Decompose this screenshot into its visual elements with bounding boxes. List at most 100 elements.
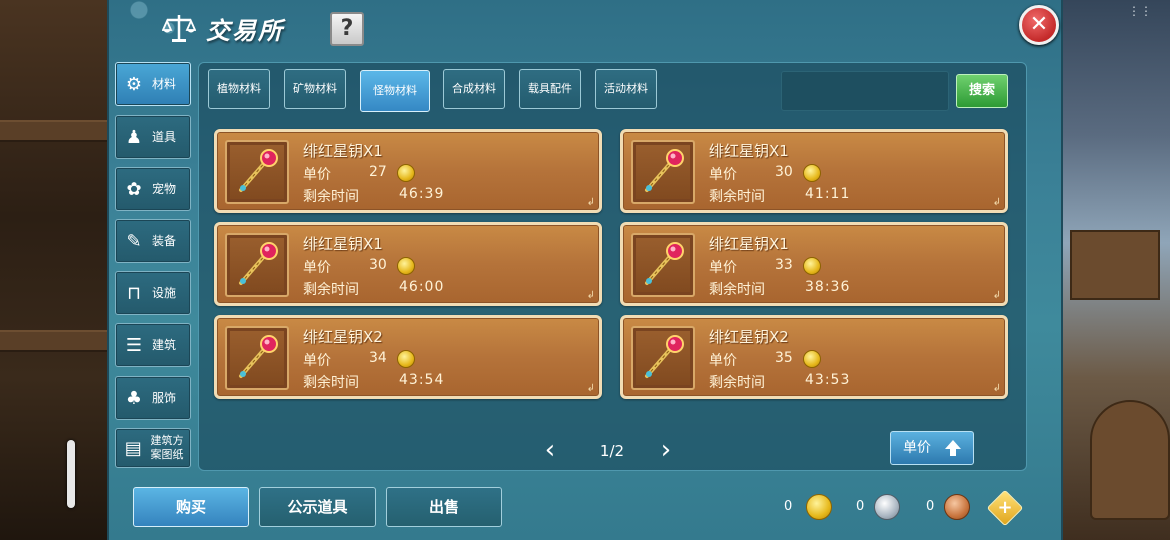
star-key-icon	[239, 242, 278, 285]
corner-ornament-icon: ↲	[992, 290, 1001, 301]
listing-card[interactable]: 绯红星钥X1 单价 30 剩余时间 46:00 ↲	[214, 222, 602, 306]
gold-amount: 0	[784, 499, 793, 514]
equipment-icon: ✎	[126, 230, 142, 252]
sidebar-item-props[interactable]: ♟ 道具	[115, 115, 191, 159]
star-key-icon	[239, 335, 278, 378]
listing-card[interactable]: 绯红星钥X1 单价 30 剩余时间 41:11 ↲	[620, 129, 1008, 213]
sidebar-item-clothing[interactable]: ♣ 服饰	[115, 376, 191, 420]
gold-coin-icon	[803, 257, 821, 275]
sell-button[interactable]: 出售	[386, 487, 502, 527]
page-title: 交易所	[206, 16, 284, 45]
corner-ornament-icon: ↲	[586, 290, 595, 301]
buy-button[interactable]: 购买	[133, 487, 249, 527]
copper-amount: 0	[926, 499, 935, 514]
sidebar-item-blueprint[interactable]: ▤ 建筑方案图纸	[115, 428, 191, 468]
game-world-right	[1060, 0, 1170, 540]
listing-card[interactable]: 绯红星钥X1 单价 33 剩余时间 38:36 ↲	[620, 222, 1008, 306]
wood-beam	[0, 120, 108, 142]
item-slot	[631, 233, 695, 297]
price-label: 单价	[303, 167, 331, 183]
tab-event-materials[interactable]: 活动材料	[595, 69, 657, 109]
silver-coin-icon	[874, 494, 900, 520]
help-button[interactable]: ?	[330, 12, 364, 46]
tab-crafted-materials[interactable]: 合成材料	[443, 69, 505, 109]
search-button[interactable]: 搜索	[956, 74, 1008, 108]
sidebar-item-equipment[interactable]: ✎ 装备	[115, 219, 191, 263]
time-left-label: 剩余时间	[709, 282, 765, 298]
corner-ornament-icon: ↲	[586, 197, 595, 208]
item-slot	[225, 140, 289, 204]
item-name: 绯红星钥X1	[709, 235, 789, 253]
game-world-left	[0, 0, 108, 540]
price-label: 单价	[303, 260, 331, 276]
close-button[interactable]: ✕	[1019, 5, 1059, 45]
time-left-label: 剩余时间	[303, 375, 359, 391]
time-left-value: 46:00	[399, 279, 445, 295]
crate	[1070, 230, 1160, 300]
star-key-icon	[645, 335, 684, 378]
corner-ornament-icon: ↲	[992, 383, 1001, 394]
prev-page-button[interactable]: ‹	[540, 437, 560, 464]
tab-mineral-materials[interactable]: 矿物材料	[284, 69, 346, 109]
gold-coin-icon	[803, 350, 821, 368]
paw-icon: ✿	[126, 178, 142, 200]
wood-beam	[0, 330, 108, 352]
time-left-label: 剩余时间	[303, 282, 359, 298]
silver-amount: 0	[856, 499, 865, 514]
price-value: 33	[775, 257, 793, 273]
barrel	[1090, 400, 1170, 520]
sidebar-item-materials[interactable]: ⚙ 材料	[115, 62, 191, 106]
sidebar-item-label: 材料	[152, 77, 177, 91]
listing-card[interactable]: 绯红星钥X1 单价 27 剩余时间 46:39 ↲	[214, 129, 602, 213]
copper-coin-icon	[944, 494, 970, 520]
time-left-label: 剩余时间	[709, 189, 765, 205]
star-key-icon	[239, 149, 278, 192]
item-slot	[225, 233, 289, 297]
sidebar-item-label: 建筑	[152, 338, 177, 352]
sidebar-item-pets[interactable]: ✿ 宠物	[115, 167, 191, 211]
public-items-button[interactable]: 公示道具	[259, 487, 376, 527]
item-slot	[631, 326, 695, 390]
tab-vehicle-parts[interactable]: 载具配件	[519, 69, 581, 109]
scale-icon	[162, 15, 196, 42]
listing-card[interactable]: 绯红星钥X2 单价 35 剩余时间 43:53 ↲	[620, 315, 1008, 399]
gold-coin-icon	[806, 494, 832, 520]
listing-card[interactable]: 绯红星钥X2 单价 34 剩余时间 43:54 ↲	[214, 315, 602, 399]
page-indicator: 1/2	[599, 442, 625, 460]
sort-by-price-button[interactable]: 单价	[890, 431, 974, 465]
time-left-value: 38:36	[805, 279, 851, 295]
time-left-value: 43:54	[399, 372, 445, 388]
item-slot	[631, 140, 695, 204]
sort-button-label: 单价	[903, 440, 931, 456]
next-page-button[interactable]: ›	[656, 437, 676, 464]
search-input[interactable]	[781, 71, 949, 111]
corner-ornament-icon: ↲	[586, 383, 595, 394]
clothing-icon: ♣	[125, 387, 143, 409]
tab-plant-materials[interactable]: 植物材料	[208, 69, 270, 109]
sidebar-item-label: 道具	[152, 130, 177, 144]
item-name: 绯红星钥X1	[709, 142, 789, 160]
sidebar-item-building[interactable]: ☰ 建筑	[115, 323, 191, 367]
time-left-label: 剩余时间	[303, 189, 359, 205]
corner-ornament-icon: ↲	[992, 197, 1001, 208]
sidebar-item-label: 服饰	[152, 391, 177, 405]
sidebar-item-facility[interactable]: ⊓ 设施	[115, 271, 191, 315]
sidebar-item-label: 设施	[152, 286, 177, 300]
plus-icon: +	[997, 497, 1013, 518]
side-drawer-handle[interactable]	[67, 440, 75, 508]
price-value: 30	[369, 257, 387, 273]
price-label: 单价	[709, 353, 737, 369]
item-name: 绯红星钥X2	[303, 328, 383, 346]
sidebar-item-label: 建筑方案图纸	[150, 434, 184, 461]
time-left-value: 41:11	[805, 186, 851, 202]
props-icon: ♟	[125, 126, 143, 148]
blueprint-icon: ▤	[124, 437, 142, 459]
tab-monster-materials[interactable]: 怪物材料	[360, 70, 430, 112]
item-name: 绯红星钥X1	[303, 235, 383, 253]
price-value: 35	[775, 350, 793, 366]
price-label: 单价	[709, 260, 737, 276]
sort-ascending-icon	[945, 440, 961, 456]
star-key-icon	[645, 242, 684, 285]
price-value: 34	[369, 350, 387, 366]
price-value: 30	[775, 164, 793, 180]
